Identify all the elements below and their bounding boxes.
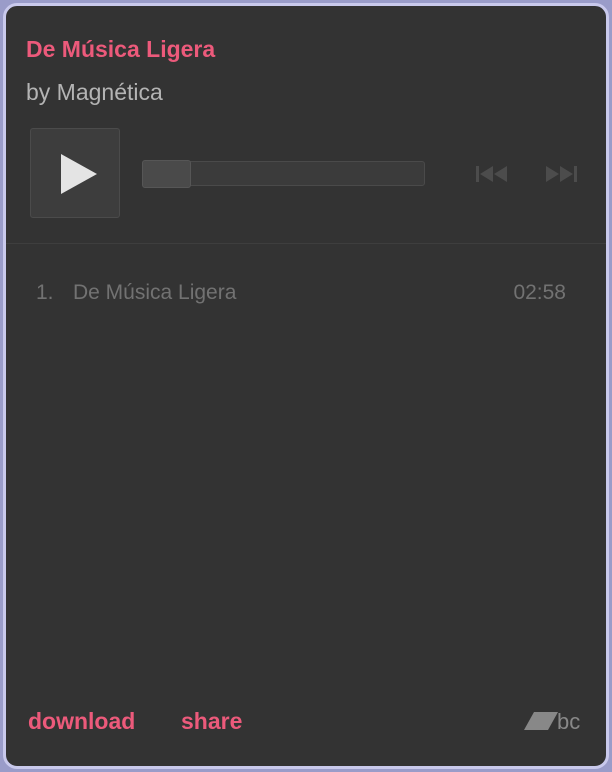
track-row[interactable]: 1. De Música Ligera 02:58 [6,276,606,308]
divider [6,243,606,244]
previous-track-icon [476,166,507,182]
embedded-player: De Música Ligera by Magnética 1. De Músi… [3,3,609,769]
progress-thumb[interactable] [142,160,191,188]
track-number: 1. [36,281,54,304]
next-track-button[interactable] [544,164,580,189]
next-track-icon [546,166,577,182]
track-title[interactable]: De Música Ligera [73,281,236,305]
album-title-link[interactable]: De Música Ligera [26,36,215,63]
artist-line[interactable]: by Magnética [26,79,163,106]
play-icon [61,154,97,194]
bandcamp-logo-icon: bc [524,709,580,734]
download-link[interactable]: download [28,708,135,735]
svg-text:bc: bc [557,709,580,734]
bandcamp-logo-link[interactable]: bc [524,708,588,739]
track-duration: 02:58 [513,281,566,304]
play-button[interactable] [30,128,120,218]
previous-track-button[interactable] [474,164,510,189]
share-link[interactable]: share [181,708,242,735]
